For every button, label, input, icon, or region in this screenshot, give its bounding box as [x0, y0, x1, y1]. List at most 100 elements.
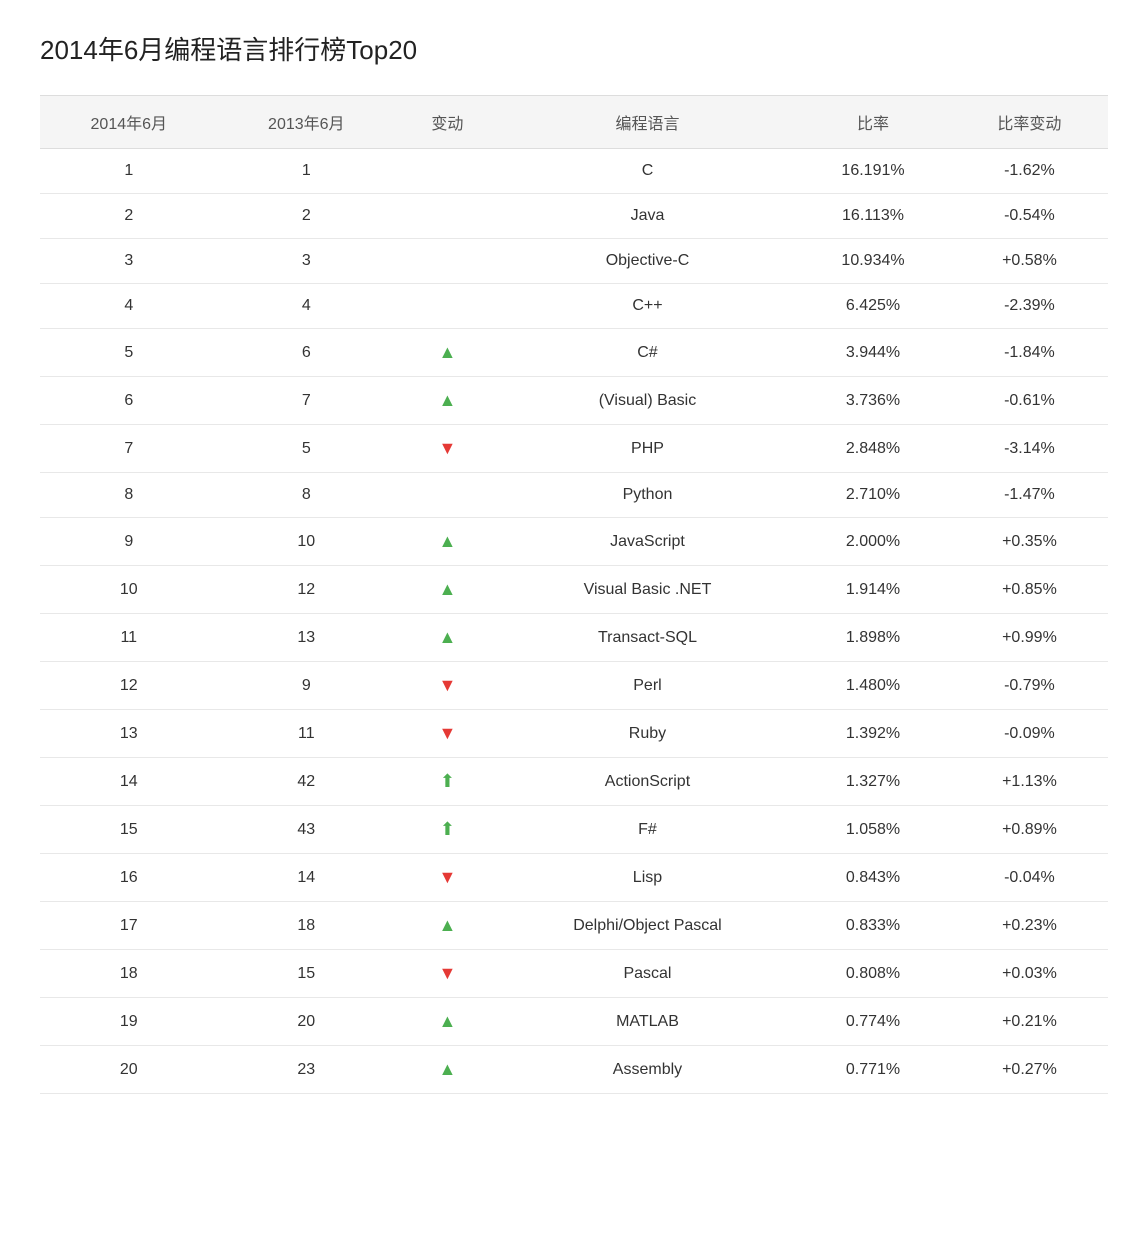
rate-value: 0.774% [795, 998, 951, 1046]
language-name: C# [500, 329, 795, 377]
arrow-up-double-icon: ⬆ [440, 771, 455, 791]
arrow-up-icon: ▲ [439, 390, 457, 410]
arrow-up-icon: ▲ [439, 531, 457, 551]
rate-delta: -0.54% [951, 194, 1108, 239]
change-arrow: ▲ [395, 377, 500, 425]
rank-2013: 43 [218, 806, 396, 854]
table-row: 56▲C#3.944%-1.84% [40, 329, 1108, 377]
rank-2014: 1 [40, 149, 218, 194]
rate-value: 3.736% [795, 377, 951, 425]
header-col3: 变动 [395, 96, 500, 149]
rate-delta: +0.89% [951, 806, 1108, 854]
rank-2013: 4 [218, 284, 396, 329]
table-row: 1543⬆F#1.058%+0.89% [40, 806, 1108, 854]
rank-2014: 20 [40, 1046, 218, 1094]
rate-value: 2.000% [795, 518, 951, 566]
arrow-up-double-icon: ⬆ [440, 819, 455, 839]
rate-delta: -3.14% [951, 425, 1108, 473]
rate-delta: -2.39% [951, 284, 1108, 329]
rate-delta: +0.27% [951, 1046, 1108, 1094]
rate-value: 1.898% [795, 614, 951, 662]
rate-value: 2.848% [795, 425, 951, 473]
arrow-up-icon: ▲ [439, 579, 457, 599]
change-arrow: ▲ [395, 902, 500, 950]
table-row: 1614▼Lisp0.843%-0.04% [40, 854, 1108, 902]
change-arrow: ⬆ [395, 758, 500, 806]
table-row: 910▲JavaScript2.000%+0.35% [40, 518, 1108, 566]
change-arrow: ▲ [395, 329, 500, 377]
rate-delta: -1.47% [951, 473, 1108, 518]
table-row: 67▲(Visual) Basic3.736%-0.61% [40, 377, 1108, 425]
table-header-row: 2014年6月 2013年6月 变动 编程语言 比率 比率变动 [40, 96, 1108, 149]
change-arrow [395, 149, 500, 194]
rate-value: 1.327% [795, 758, 951, 806]
rank-2013: 42 [218, 758, 396, 806]
change-arrow: ▲ [395, 998, 500, 1046]
rank-2013: 10 [218, 518, 396, 566]
rate-delta: +1.13% [951, 758, 1108, 806]
rank-2014: 17 [40, 902, 218, 950]
language-name: F# [500, 806, 795, 854]
rank-2014: 11 [40, 614, 218, 662]
rate-value: 10.934% [795, 239, 951, 284]
rate-delta: +0.21% [951, 998, 1108, 1046]
header-col5: 比率 [795, 96, 951, 149]
rate-delta: +0.23% [951, 902, 1108, 950]
table-row: 1311▼Ruby1.392%-0.09% [40, 710, 1108, 758]
header-col6: 比率变动 [951, 96, 1108, 149]
rank-2013: 18 [218, 902, 396, 950]
table-row: 1012▲Visual Basic .NET1.914%+0.85% [40, 566, 1108, 614]
change-arrow: ▼ [395, 425, 500, 473]
arrow-down-icon: ▼ [439, 723, 457, 743]
language-name: Python [500, 473, 795, 518]
rate-value: 0.833% [795, 902, 951, 950]
language-name: Delphi/Object Pascal [500, 902, 795, 950]
table-row: 129▼Perl1.480%-0.79% [40, 662, 1108, 710]
rank-2013: 6 [218, 329, 396, 377]
change-arrow: ▲ [395, 1046, 500, 1094]
rate-delta: -0.79% [951, 662, 1108, 710]
ranking-table: 2014年6月 2013年6月 变动 编程语言 比率 比率变动 11C16.19… [40, 95, 1108, 1094]
header-col4: 编程语言 [500, 96, 795, 149]
language-name: (Visual) Basic [500, 377, 795, 425]
language-name: Pascal [500, 950, 795, 998]
change-arrow [395, 284, 500, 329]
table-row: 11C16.191%-1.62% [40, 149, 1108, 194]
rate-delta: -0.61% [951, 377, 1108, 425]
rank-2013: 12 [218, 566, 396, 614]
language-name: JavaScript [500, 518, 795, 566]
rank-2014: 5 [40, 329, 218, 377]
change-arrow: ⬆ [395, 806, 500, 854]
rate-value: 0.843% [795, 854, 951, 902]
language-name: ActionScript [500, 758, 795, 806]
rate-delta: +0.03% [951, 950, 1108, 998]
rate-value: 1.480% [795, 662, 951, 710]
change-arrow [395, 194, 500, 239]
rank-2014: 12 [40, 662, 218, 710]
rank-2014: 9 [40, 518, 218, 566]
language-name: Visual Basic .NET [500, 566, 795, 614]
rank-2013: 20 [218, 998, 396, 1046]
table-row: 2023▲Assembly0.771%+0.27% [40, 1046, 1108, 1094]
change-arrow [395, 239, 500, 284]
language-name: PHP [500, 425, 795, 473]
rate-delta: -0.04% [951, 854, 1108, 902]
arrow-down-icon: ▼ [439, 675, 457, 695]
change-arrow: ▲ [395, 518, 500, 566]
rank-2013: 11 [218, 710, 396, 758]
language-name: C++ [500, 284, 795, 329]
rank-2014: 2 [40, 194, 218, 239]
rank-2013: 1 [218, 149, 396, 194]
page-title: 2014年6月编程语言排行榜Top20 [40, 30, 1108, 67]
rank-2013: 8 [218, 473, 396, 518]
arrow-up-icon: ▲ [439, 1059, 457, 1079]
rank-2013: 7 [218, 377, 396, 425]
table-row: 44C++6.425%-2.39% [40, 284, 1108, 329]
rank-2014: 10 [40, 566, 218, 614]
rate-value: 2.710% [795, 473, 951, 518]
language-name: Java [500, 194, 795, 239]
change-arrow: ▲ [395, 614, 500, 662]
rank-2014: 19 [40, 998, 218, 1046]
header-col2: 2013年6月 [218, 96, 396, 149]
change-arrow: ▲ [395, 566, 500, 614]
